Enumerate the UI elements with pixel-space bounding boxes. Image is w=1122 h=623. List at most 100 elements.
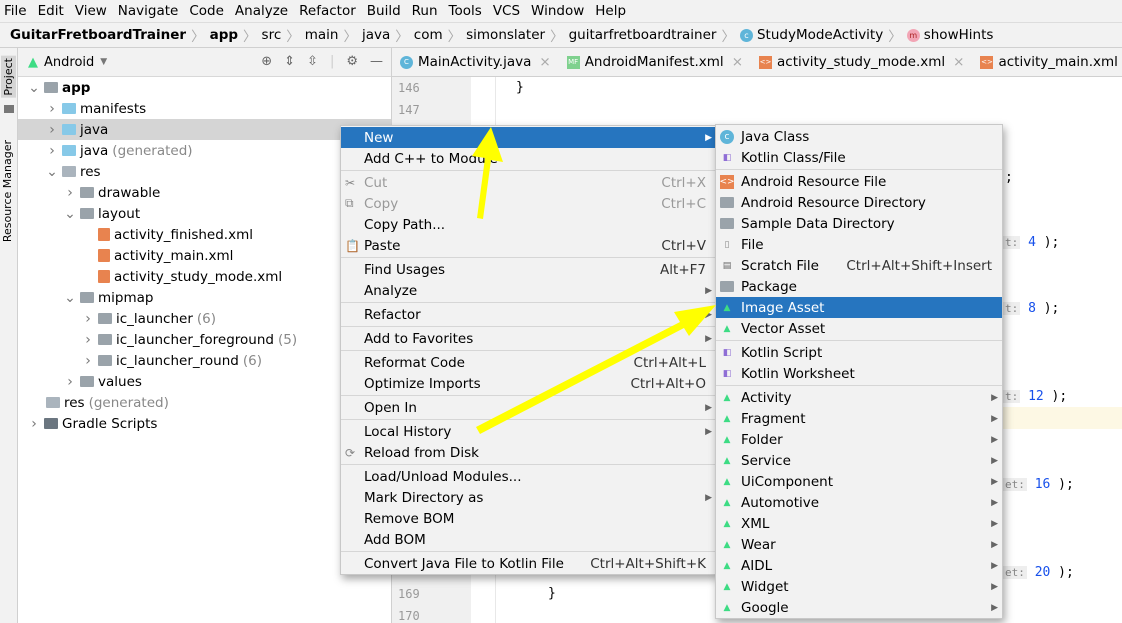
close-icon[interactable]: × — [732, 54, 743, 70]
menu-item-reload-from-disk[interactable]: ⟳ Reload from Disk — [341, 442, 716, 463]
menu-item-vector-asset[interactable]: ▲ Vector Asset — [716, 318, 1002, 339]
menu-item-copy[interactable]: ⧉ Copy Ctrl+C — [341, 193, 716, 214]
menu-edit[interactable]: Edit — [38, 3, 64, 19]
menu-item-optimize-imports[interactable]: Optimize Imports Ctrl+Alt+O — [341, 373, 716, 394]
tree-item[interactable]: ⌄ res — [18, 161, 391, 182]
menu-item-analyze[interactable]: Analyze ▶ — [341, 280, 716, 301]
menu-item-fragment[interactable]: ▲ Fragment ▶ — [716, 408, 1002, 429]
menu-item-folder[interactable]: ▲ Folder ▶ — [716, 429, 1002, 450]
chevron-right-icon[interactable]: › — [46, 101, 58, 117]
editor-tab[interactable]: <> activity_study_mode.xml × — [751, 54, 972, 70]
menu-item-activity[interactable]: ▲ Activity ▶ — [716, 387, 1002, 408]
tree-item[interactable]: activity_study_mode.xml — [18, 266, 391, 287]
menu-item-uicomponent[interactable]: ▲ UiComponent ▶ — [716, 471, 1002, 492]
close-icon[interactable]: × — [953, 54, 964, 70]
breadcrumb-item[interactable]: java — [362, 27, 390, 43]
tree-item[interactable]: activity_finished.xml — [18, 224, 391, 245]
chevron-down-icon[interactable]: ⌄ — [64, 206, 76, 222]
menu-window[interactable]: Window — [531, 3, 584, 19]
resource-manager-tab[interactable]: Resource Manager — [1, 140, 14, 242]
menu-item-wear[interactable]: ▲ Wear ▶ — [716, 534, 1002, 555]
menu-item-copy-path[interactable]: Copy Path... — [341, 214, 716, 235]
menu-item-xml[interactable]: ▲ XML ▶ — [716, 513, 1002, 534]
tree-item[interactable]: › values — [18, 371, 391, 392]
tree-item[interactable]: ⌄ mipmap — [18, 287, 391, 308]
tree-item[interactable]: › java — [18, 119, 391, 140]
tree-item[interactable]: › drawable — [18, 182, 391, 203]
editor-tab[interactable]: <>activity_main.xml× — [972, 54, 1122, 70]
chevron-right-icon[interactable]: › — [82, 311, 94, 327]
chevron-down-icon[interactable]: ▼ — [100, 57, 107, 67]
menu-analyze[interactable]: Analyze — [235, 3, 288, 19]
menu-item-find-usages[interactable]: Find Usages Alt+F7 — [341, 259, 716, 280]
menu-item-google[interactable]: ▲ Google ▶ — [716, 597, 1002, 618]
chevron-down-icon[interactable]: ⌄ — [46, 164, 58, 180]
menu-vcs[interactable]: VCS — [493, 3, 520, 19]
editor-tab[interactable]: MF AndroidManifest.xml × — [559, 54, 751, 70]
tree-item[interactable]: › Gradle Scripts — [18, 413, 391, 434]
menu-run[interactable]: Run — [412, 3, 438, 19]
menu-item-android-resource-directory[interactable]: Android Resource Directory — [716, 192, 1002, 213]
menu-item-aidl[interactable]: ▲ AIDL ▶ — [716, 555, 1002, 576]
menu-item-android-resource-file[interactable]: <> Android Resource File — [716, 171, 1002, 192]
expand-all-icon[interactable]: ⇕ — [284, 54, 295, 69]
tree-item[interactable]: activity_main.xml — [18, 245, 391, 266]
menu-code[interactable]: Code — [189, 3, 224, 19]
menu-build[interactable]: Build — [367, 3, 401, 19]
menu-item-add-c-to-module[interactable]: Add C++ to Module — [341, 148, 716, 169]
menu-item-local-history[interactable]: Local History ▶ — [341, 421, 716, 442]
breadcrumb-item[interactable]: guitarfretboardtrainer — [569, 27, 717, 43]
chevron-down-icon[interactable]: ⌄ — [64, 290, 76, 306]
breadcrumb-item[interactable]: main — [305, 27, 339, 43]
menu-item-remove-bom[interactable]: Remove BOM — [341, 508, 716, 529]
locate-icon[interactable]: ⊕ — [261, 54, 272, 69]
project-tool-tab[interactable]: Project — [1, 56, 16, 98]
menu-item-paste[interactable]: 📋 Paste Ctrl+V — [341, 235, 716, 256]
menu-item-reformat-code[interactable]: Reformat Code Ctrl+Alt+L — [341, 352, 716, 373]
menu-refactor[interactable]: Refactor — [299, 3, 356, 19]
chevron-right-icon[interactable]: › — [82, 353, 94, 369]
menu-tools[interactable]: Tools — [449, 3, 482, 19]
chevron-right-icon[interactable]: › — [46, 143, 58, 159]
menu-item-file[interactable]: ▯ File — [716, 234, 1002, 255]
minimize-icon[interactable]: — — [370, 54, 383, 69]
breadcrumb-method[interactable]: showHints — [924, 27, 994, 43]
collapse-all-icon[interactable]: ⇳ — [307, 54, 318, 69]
menu-help[interactable]: Help — [595, 3, 626, 19]
menu-item-cut[interactable]: ✂ Cut Ctrl+X — [341, 172, 716, 193]
tree-item[interactable]: ⌄ layout — [18, 203, 391, 224]
breadcrumb-item[interactable]: com — [414, 27, 443, 43]
menu-item-kotlin-worksheet[interactable]: ◧ Kotlin Worksheet — [716, 363, 1002, 384]
menu-view[interactable]: View — [75, 3, 107, 19]
chevron-right-icon[interactable]: › — [82, 332, 94, 348]
gear-icon[interactable]: ⚙ — [346, 54, 358, 69]
menu-navigate[interactable]: Navigate — [118, 3, 179, 19]
menu-item-sample-data-directory[interactable]: Sample Data Directory — [716, 213, 1002, 234]
close-icon[interactable]: × — [539, 54, 550, 70]
chevron-right-icon[interactable]: › — [64, 374, 76, 390]
project-view-selector[interactable]: Android — [44, 55, 94, 70]
tree-item[interactable]: › ic_launcher_foreground (5) — [18, 329, 391, 350]
tree-item[interactable]: › ic_launcher_round (6) — [18, 350, 391, 371]
chevron-right-icon[interactable]: › — [64, 185, 76, 201]
breadcrumb-class[interactable]: StudyModeActivity — [757, 27, 883, 43]
editor-tab[interactable]: C MainActivity.java × — [392, 54, 559, 70]
tree-item[interactable]: res (generated) — [18, 392, 391, 413]
menu-item-image-asset[interactable]: ▲ Image Asset — [716, 297, 1002, 318]
menu-item-service[interactable]: ▲ Service ▶ — [716, 450, 1002, 471]
menu-item-refactor[interactable]: Refactor ▶ — [341, 304, 716, 325]
menu-file[interactable]: File — [4, 3, 27, 19]
menu-item-widget[interactable]: ▲ Widget ▶ — [716, 576, 1002, 597]
menu-item-kotlin-script[interactable]: ◧ Kotlin Script — [716, 342, 1002, 363]
menu-item-kotlin-class-file[interactable]: ◧ Kotlin Class/File — [716, 147, 1002, 168]
menu-item-add-bom[interactable]: Add BOM — [341, 529, 716, 550]
menu-item-new[interactable]: New ▶ — [341, 127, 716, 148]
chevron-right-icon[interactable]: › — [28, 416, 40, 432]
menu-item-load-unload-modules[interactable]: Load/Unload Modules... — [341, 466, 716, 487]
menu-item-automotive[interactable]: ▲ Automotive ▶ — [716, 492, 1002, 513]
menu-item-java-class[interactable]: c Java Class — [716, 126, 1002, 147]
breadcrumb-item[interactable]: simonslater — [466, 27, 545, 43]
tree-item[interactable]: › java (generated) — [18, 140, 391, 161]
breadcrumb-project[interactable]: GuitarFretboardTrainer — [10, 27, 186, 43]
breadcrumb-module[interactable]: app — [210, 27, 238, 43]
